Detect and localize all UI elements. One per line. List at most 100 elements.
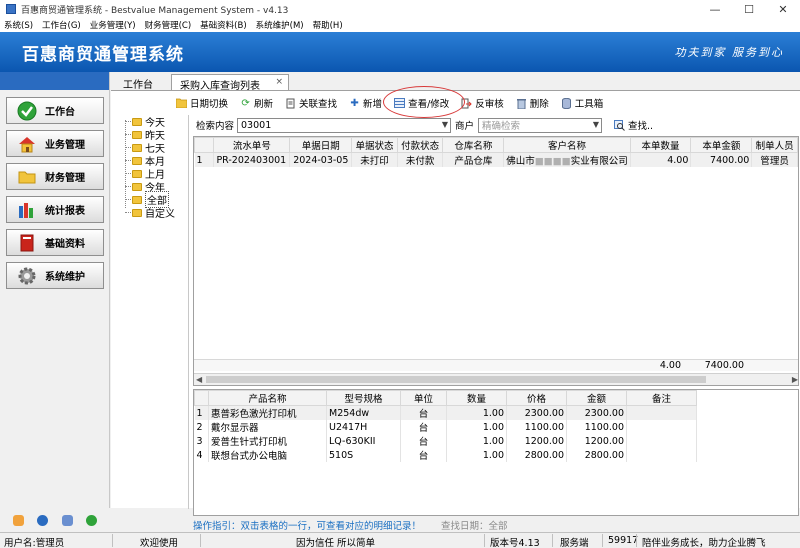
unit-cell: 台 [400,405,447,420]
status-port: 59917 [608,535,639,546]
left-nav-panel: 工作台 业务管理 财务管理 统计报表 基础资料 系统维护 [0,72,110,508]
menu-system[interactable]: 系统(S) [4,19,33,31]
nav-reports-button[interactable]: 统计报表 [6,196,104,223]
status-motto: 因为信任 所以简单 [296,538,376,548]
nav-workbench-button[interactable]: 工作台 [6,97,104,124]
order-status-cell: 未打印 [351,152,398,167]
details-table: 产品名称 型号规格 单位 数量 价格 金额 备注 1 惠普彩色激光打印机 M25… [194,390,697,462]
column-header[interactable]: 单位 [400,390,447,406]
menu-help[interactable]: 帮助(H) [313,19,343,31]
column-header[interactable]: 备注 [626,390,697,406]
column-header[interactable] [194,390,209,406]
related-search-button[interactable]: 关联查找 [285,96,337,110]
toolbox-button[interactable]: 工具箱 [561,96,603,110]
main-content: 日期切换 ⟳ 刷新 关联查找 ✚ 新增 查看/修改 反审核 删除 工具箱 今天 … [111,86,800,532]
house-icon [17,134,37,154]
add-button[interactable]: ✚ 新增 [349,96,382,111]
scroll-right-icon[interactable]: ▶ [792,375,798,384]
notepad-icon[interactable] [12,514,24,526]
delete-button[interactable]: 删除 [516,96,549,110]
tab-close-icon[interactable]: × [275,77,283,87]
menu-finance[interactable]: 财务管理(C) [145,19,192,31]
column-header[interactable]: 本单金额 [690,137,753,153]
document-arrow-icon [461,98,472,109]
column-header[interactable]: 产品名称 [208,390,327,406]
status-version: 版本号4.13 [490,538,540,548]
maximize-button[interactable]: ☐ [732,0,766,18]
date-switch-button[interactable]: 日期切换 [176,96,228,110]
price-cell: 2300.00 [506,405,567,420]
quantity-cell: 4.00 [630,152,692,167]
column-header[interactable]: 金额 [566,390,627,406]
tab-strip: 工作台 采购入库查询列表 × [111,72,800,92]
folder-icon [132,195,142,204]
merchant-input[interactable]: 精确检索 ▼ [478,117,603,133]
menubar: 系统(S) 工作台(G) 业务管理(Y) 财务管理(C) 基础资料(B) 系统维… [0,18,800,32]
search-row: 检索内容 03001 ▼ 商户 精确检索 ▼ 查找.. [193,116,800,134]
menu-maintenance[interactable]: 系统维护(M) [256,19,304,31]
unit-cell: 台 [400,434,447,448]
table-row[interactable]: 1 惠普彩色激光打印机 M254dw 台 1.00 2300.00 2300.0… [194,405,697,420]
nav-finance-button[interactable]: 财务管理 [6,163,104,190]
table-row[interactable]: 2 戴尔显示器 U2417H 台 1.00 1100.00 1100.00 [194,420,697,434]
nav-business-button[interactable]: 业务管理 [6,130,104,157]
folder-icon [17,167,37,187]
menu-workbench[interactable]: 工作台(G) [42,19,81,31]
unaudit-button[interactable]: 反审核 [461,96,504,110]
orders-totals-row: 4.00 7400.00 [194,359,798,371]
nav-maintenance-button[interactable]: 系统维护 [6,262,104,289]
gear-icon [17,266,37,286]
clock-icon[interactable] [37,514,49,526]
refresh-icon: ⟳ [241,97,250,109]
table-row[interactable]: 4 联想台式办公电脑 510S 台 1.00 2800.00 2800.00 [194,448,697,462]
tab-purchase-inbound-list[interactable]: 采购入库查询列表 × [171,74,289,92]
window-title: 百惠商贸通管理系统 - Bestvalue Management System … [21,5,289,16]
orders-table: 流水单号 单据日期 单据状态 付款状态 仓库名称 客户名称 本单数量 本单金额 … [194,137,798,167]
column-header[interactable]: 客户名称 [503,137,631,153]
column-header[interactable]: 价格 [506,390,567,406]
minimize-button[interactable]: — [698,0,732,18]
power-icon[interactable] [86,514,98,526]
nav-basic-data-button[interactable]: 基础资料 [6,229,104,256]
chevron-down-icon[interactable]: ▼ [442,120,448,129]
search-icon [614,119,625,131]
column-header[interactable]: 本单数量 [629,137,692,153]
details-header-row: 产品名称 型号规格 单位 数量 价格 金额 备注 [194,390,697,406]
column-header[interactable]: 仓库名称 [442,137,505,153]
table-row[interactable]: 1 PR-202403001 2024-03-05 未打印 未付款 产品仓库 佛… [194,152,798,167]
menu-basic-data[interactable]: 基础资料(B) [200,19,246,31]
column-header[interactable]: 型号规格 [326,390,401,406]
trash-icon [516,98,527,109]
close-window-button[interactable]: ✕ [766,0,800,18]
search-window-icon[interactable] [61,514,73,526]
brand-title: 百惠商贸通管理系统 [22,44,184,65]
details-grid: 产品名称 型号规格 单位 数量 价格 金额 备注 1 惠普彩色激光打印机 M25… [193,389,799,516]
folder-icon [132,117,142,126]
status-user: 用户名:管理员 [4,538,65,548]
menu-business[interactable]: 业务管理(Y) [90,19,136,31]
amount-cell: 1100.00 [566,420,627,434]
tab-workbench[interactable]: 工作台 [115,74,161,91]
view-edit-button[interactable]: 查看/修改 [394,96,449,110]
column-header[interactable]: 数量 [446,390,507,406]
total-amount: 7400.00 [704,360,744,371]
column-header[interactable]: 制单人员 [751,137,798,153]
search-content-input[interactable]: 03001 ▼ [237,117,452,133]
column-header[interactable] [194,137,215,153]
tree-item-custom[interactable]: 自定义 [125,206,175,220]
column-header[interactable]: 流水单号 [213,137,291,153]
orders-horizontal-scrollbar[interactable]: ◀ ▶ [194,373,798,385]
refresh-button[interactable]: ⟳ 刷新 [240,96,273,111]
column-header[interactable]: 单据日期 [289,137,353,153]
nav-label: 统计报表 [45,206,85,217]
scroll-left-icon[interactable]: ◀ [196,375,202,384]
find-button[interactable]: 查找.. [614,118,653,132]
redacted-text: ■■■■ [534,156,571,167]
maker-cell: 管理员 [751,152,798,167]
table-row[interactable]: 3 爱普生针式打印机 LQ-630KII 台 1.00 1200.00 1200… [194,434,697,448]
scrollbar-thumb[interactable] [206,376,706,383]
model-cell: LQ-630KII [326,434,401,448]
column-header[interactable]: 单据状态 [351,137,398,153]
chevron-down-icon[interactable]: ▼ [593,120,599,129]
column-header[interactable]: 付款状态 [396,137,444,153]
